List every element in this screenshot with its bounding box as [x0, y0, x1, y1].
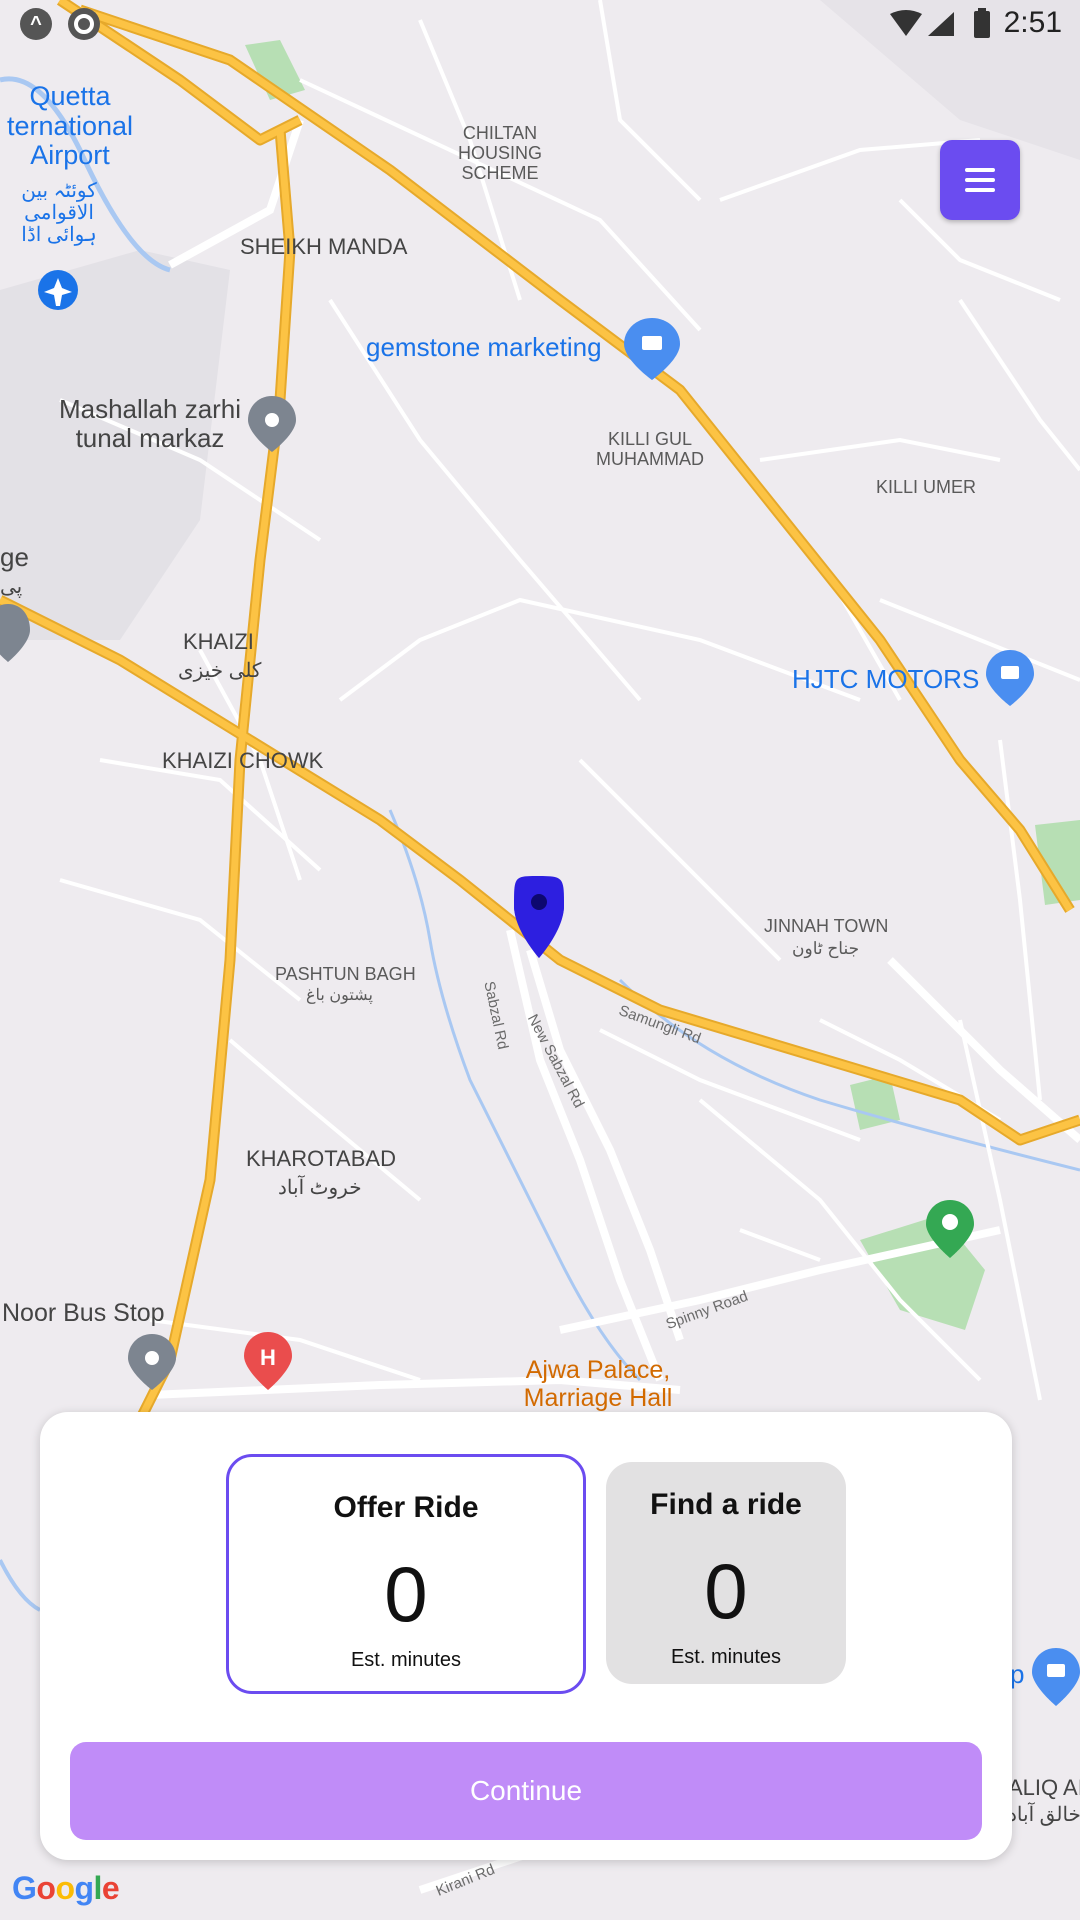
map-label-kharotabad: KHAROTABAD	[246, 1146, 396, 1171]
find-ride-subtitle: Est. minutes	[670, 1646, 782, 1668]
menu-button[interactable]	[940, 140, 1020, 220]
map-label-killi-umer: KILLI UMER	[876, 477, 977, 497]
map-label-hjtc[interactable]: HJTC MOTORS	[792, 665, 979, 694]
map-label-chiltan: CHILTAN HOUSING SCHEME	[457, 123, 542, 183]
map-label-aliq: ALIQ AI	[1008, 1775, 1080, 1800]
map-label-jinnah-town: JINNAH TOWN	[764, 916, 889, 936]
map-label-airport-urdu: کوئٹہ بین الاقوامی ہوائی اڈا	[21, 180, 97, 246]
offer-ride-title: Offer Ride	[333, 1491, 479, 1524]
svg-text:H: H	[260, 1345, 276, 1370]
map-label-gemstone[interactable]: gemstone marketing	[366, 333, 602, 362]
app-a-icon: ^	[20, 8, 52, 40]
map-label-pashtun-bagh-urdu: پشتون باغ	[306, 987, 373, 1004]
ride-panel: Offer Ride 0 Est. minutes Find a ride 0 …	[40, 1412, 1012, 1860]
find-ride-card[interactable]: Find a ride 0 Est. minutes	[606, 1462, 846, 1684]
map-screen: H Quetta ternational Airport کوئٹہ بین ا…	[0, 0, 1080, 1920]
offer-ride-subtitle: Est. minutes	[350, 1649, 462, 1671]
map-label-ajwa[interactable]: Ajwa Palace, Marriage Hall	[508, 1357, 688, 1413]
battery-icon	[974, 8, 990, 38]
google-logo: Google	[12, 1870, 120, 1906]
map-label-kharotabad-urdu: خروٹ آباد	[278, 1177, 362, 1199]
offer-ride-card[interactable]: Offer Ride 0 Est. minutes	[226, 1454, 586, 1694]
status-time: 2:51	[1003, 6, 1062, 39]
map-label-ge-urdu: پی	[0, 576, 23, 598]
map-label-noor-bus-stop[interactable]: Noor Bus Stop	[2, 1299, 165, 1328]
wifi-icon	[890, 10, 922, 36]
map-label-khaizi: KHAIZI	[183, 629, 254, 654]
map-label-pashtun-bagh: PASHTUN BAGH	[275, 964, 416, 984]
map-label-sheikh-manda: SHEIKH MANDA	[240, 234, 408, 259]
offer-ride-minutes: 0	[384, 1550, 428, 1638]
map-label-killi-gul: KILLI GUL MUHAMMAD	[596, 429, 704, 469]
airport-marker	[38, 270, 78, 310]
map-label-jinnah-town-urdu: جناح ٹاون	[792, 939, 860, 958]
continue-button[interactable]: Continue	[70, 1742, 982, 1840]
map-label-ge: ge	[0, 542, 29, 572]
signal-icon	[928, 12, 954, 36]
map-label-khaizi-chowk: KHAIZI CHOWK	[162, 748, 324, 773]
find-ride-title: Find a ride	[650, 1488, 802, 1521]
map-label-p-partial: p	[1010, 1659, 1025, 1689]
find-ride-minutes: 0	[704, 1547, 748, 1635]
map-label-airport: Quetta ternational Airport	[6, 81, 134, 171]
hamburger-menu-icon	[965, 162, 995, 198]
status-bar: ^ 2:51	[0, 0, 1080, 48]
map-label-aliq-urdu: خالق آباد	[1008, 1804, 1080, 1826]
map-label-khaizi-urdu: کلی خیزی	[178, 660, 262, 682]
circle-icon	[68, 8, 100, 40]
map-label-mashallah[interactable]: Mashallah zarhi tunal markaz	[40, 395, 260, 452]
